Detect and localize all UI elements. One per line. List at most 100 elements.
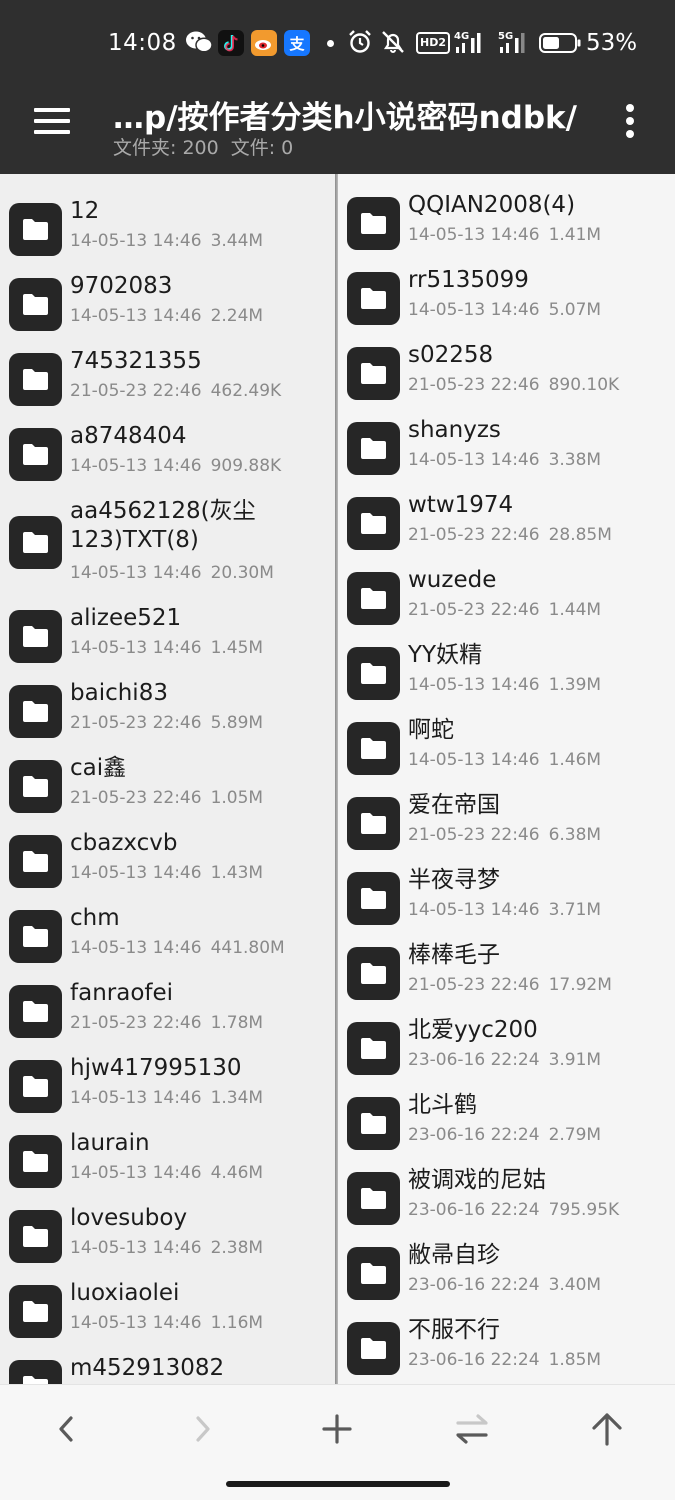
status-time: 14:08 xyxy=(108,30,177,56)
folder-list-item[interactable]: a8748404 14-05-13 14:46 909.88K xyxy=(0,417,336,492)
add-button[interactable] xyxy=(307,1407,367,1451)
folder-date: 21-05-23 22:46 xyxy=(408,525,540,545)
folder-list-item[interactable]: QQIAN2008(4) 14-05-13 14:46 1.41M xyxy=(338,186,675,261)
folder-icon xyxy=(9,985,62,1038)
folder-name: fanraofei xyxy=(70,980,174,1006)
home-indicator[interactable] xyxy=(226,1481,450,1487)
folder-list-item[interactable]: lovesuboy 14-05-13 14:46 2.38M xyxy=(0,1199,336,1274)
folder-name: QQIAN2008(4) xyxy=(408,192,576,218)
folder-list-item[interactable]: hjw417995130 14-05-13 14:46 1.34M xyxy=(0,1049,336,1124)
folder-list-item[interactable]: luoxiaolei 14-05-13 14:46 1.16M xyxy=(0,1274,336,1349)
folder-list-item[interactable]: rr5135099 14-05-13 14:46 5.07M xyxy=(338,261,675,336)
folder-list-item[interactable]: laurain 14-05-13 14:46 4.46M xyxy=(0,1124,336,1199)
folder-list-item[interactable]: YY妖精 14-05-13 14:46 1.39M xyxy=(338,636,675,711)
folder-list-item[interactable]: alizee521 14-05-13 14:46 1.45M xyxy=(0,599,336,674)
folder-icon xyxy=(9,203,62,256)
more-options-button[interactable] xyxy=(618,104,642,140)
folder-list-item[interactable]: baichi83 21-05-23 22:46 5.89M xyxy=(0,674,336,749)
weibo-icon xyxy=(251,30,277,56)
folder-date: 21-05-23 22:46 xyxy=(408,975,540,995)
folder-name: 北斗鹤 xyxy=(408,1092,477,1118)
folder-meta: 23-06-16 22:24 1.85M xyxy=(408,1350,601,1370)
notification-dot xyxy=(327,40,334,47)
folder-meta: 21-05-23 22:46 6.38M xyxy=(408,825,601,845)
folder-date: 14-05-13 14:46 xyxy=(70,863,202,883)
up-icon xyxy=(592,1413,622,1446)
folder-size: 1.34M xyxy=(210,1088,264,1108)
folder-list-item[interactable]: 敝帚自珍 23-06-16 22:24 3.40M xyxy=(338,1236,675,1311)
folder-icon xyxy=(9,685,62,738)
folder-meta: 14-05-13 14:46 1.41M xyxy=(408,225,601,245)
folder-list-item[interactable]: 不服不行 23-06-16 22:24 1.85M xyxy=(338,1311,675,1384)
folder-count: 文件夹: 200 xyxy=(113,137,219,159)
folder-list-item[interactable]: 12 14-05-13 14:46 3.44M xyxy=(0,192,336,267)
folder-date: 23-06-16 22:24 xyxy=(408,1125,540,1145)
back-button[interactable] xyxy=(37,1407,97,1451)
battery-percent: 53% xyxy=(586,30,638,56)
forward-button[interactable] xyxy=(172,1407,232,1451)
folder-icon xyxy=(347,197,400,250)
folder-date: 14-05-13 14:46 xyxy=(70,1238,202,1258)
folder-list-item[interactable]: 745321355 21-05-23 22:46 462.49K xyxy=(0,342,336,417)
folder-date: 21-05-23 22:46 xyxy=(408,375,540,395)
folder-date: 14-05-13 14:46 xyxy=(408,900,540,920)
folder-name: lovesuboy xyxy=(70,1205,188,1231)
menu-button[interactable] xyxy=(30,104,74,138)
folder-list-item[interactable]: cai鑫 21-05-23 22:46 1.05M xyxy=(0,749,336,824)
folder-name: 啊蛇 xyxy=(408,717,454,743)
folder-icon xyxy=(347,797,400,850)
folder-date: 21-05-23 22:46 xyxy=(70,1013,202,1033)
folder-icon xyxy=(9,610,62,663)
mute-icon xyxy=(380,29,406,57)
folder-name: chm xyxy=(70,905,120,931)
folder-name: 棒棒毛子 xyxy=(408,942,500,968)
folder-meta: 21-05-23 22:46 1.78M xyxy=(70,1013,263,1033)
folder-list-item[interactable]: shanyzs 14-05-13 14:46 3.38M xyxy=(338,411,675,486)
folder-meta: 14-05-13 14:46 1.34M xyxy=(70,1088,263,1108)
folder-list-item[interactable]: 半夜寻梦 14-05-13 14:46 3.71M xyxy=(338,861,675,936)
folder-date: 14-05-13 14:46 xyxy=(70,1313,202,1333)
folder-list-item[interactable]: 9702083 14-05-13 14:46 2.24M xyxy=(0,267,336,342)
folder-list-item[interactable]: 爱在帝国 21-05-23 22:46 6.38M xyxy=(338,786,675,861)
folder-name: wtw1974 xyxy=(408,492,514,518)
back-icon xyxy=(59,1416,73,1442)
folder-list-item[interactable]: 北爱yyc200 23-06-16 22:24 3.91M xyxy=(338,1011,675,1086)
swap-panes-button[interactable] xyxy=(442,1407,502,1451)
folder-icon xyxy=(347,1022,400,1075)
folder-meta: 21-05-23 22:46 17.92M xyxy=(408,975,612,995)
forward-icon xyxy=(196,1416,210,1442)
folder-name: m452913082 xyxy=(70,1355,225,1381)
folder-list-item[interactable]: wtw1974 21-05-23 22:46 28.85M xyxy=(338,486,675,561)
status-bar: 14:08 支 HD2 4G 5G 53% xyxy=(0,0,675,88)
right-file-pane[interactable]: QQIAN2008(4) 14-05-13 14:46 1.41M rr5135099… xyxy=(338,174,675,1384)
folder-list-item[interactable]: chm 14-05-13 14:46 441.80M xyxy=(0,899,336,974)
folder-name: 爱在帝国 xyxy=(408,792,500,818)
folder-size: 1.39M xyxy=(548,675,602,695)
folder-list-item[interactable]: cbazxcvb 14-05-13 14:46 1.43M xyxy=(0,824,336,899)
folder-list-item[interactable]: 被调戏的尼姑 23-06-16 22:24 795.95K xyxy=(338,1161,675,1236)
folder-list-item[interactable]: wuzede 21-05-23 22:46 1.44M xyxy=(338,561,675,636)
folder-size: 795.95K xyxy=(548,1200,620,1220)
folder-meta: 14-05-13 14:46 909.88K xyxy=(70,456,281,476)
folder-size: 2.38M xyxy=(210,1238,264,1258)
folder-icon xyxy=(9,760,62,813)
folder-date: 14-05-13 14:46 xyxy=(408,450,540,470)
parent-folder-button[interactable] xyxy=(577,1407,637,1451)
folder-date: 21-05-23 22:46 xyxy=(70,381,202,401)
folder-name: rr5135099 xyxy=(408,267,529,293)
folder-list-item[interactable]: fanraofei 21-05-23 22:46 1.78M xyxy=(0,974,336,1049)
folder-name: laurain xyxy=(70,1130,150,1156)
folder-name: YY妖精 xyxy=(408,642,483,668)
folder-list-item[interactable]: 啊蛇 14-05-13 14:46 1.46M xyxy=(338,711,675,786)
left-file-pane[interactable]: 12 14-05-13 14:46 3.44M 9702083 14-05-13 14:… xyxy=(0,174,336,1384)
folder-list-item[interactable]: 棒棒毛子 21-05-23 22:46 17.92M xyxy=(338,936,675,1011)
folder-meta: 14-05-13 14:46 3.38M xyxy=(408,450,601,470)
folder-list-item[interactable]: m452913082 xyxy=(0,1349,336,1384)
folder-size: 462.49K xyxy=(210,381,282,401)
folder-list-item[interactable]: aa4562128(灰尘123)TXT(8) 14-05-13 14:46 20.3… xyxy=(0,492,336,599)
folder-date: 14-05-13 14:46 xyxy=(70,1163,202,1183)
add-icon xyxy=(322,1414,352,1444)
folder-list-item[interactable]: s02258 21-05-23 22:46 890.10K xyxy=(338,336,675,411)
folder-icon xyxy=(347,1097,400,1150)
folder-list-item[interactable]: 北斗鹤 23-06-16 22:24 2.79M xyxy=(338,1086,675,1161)
